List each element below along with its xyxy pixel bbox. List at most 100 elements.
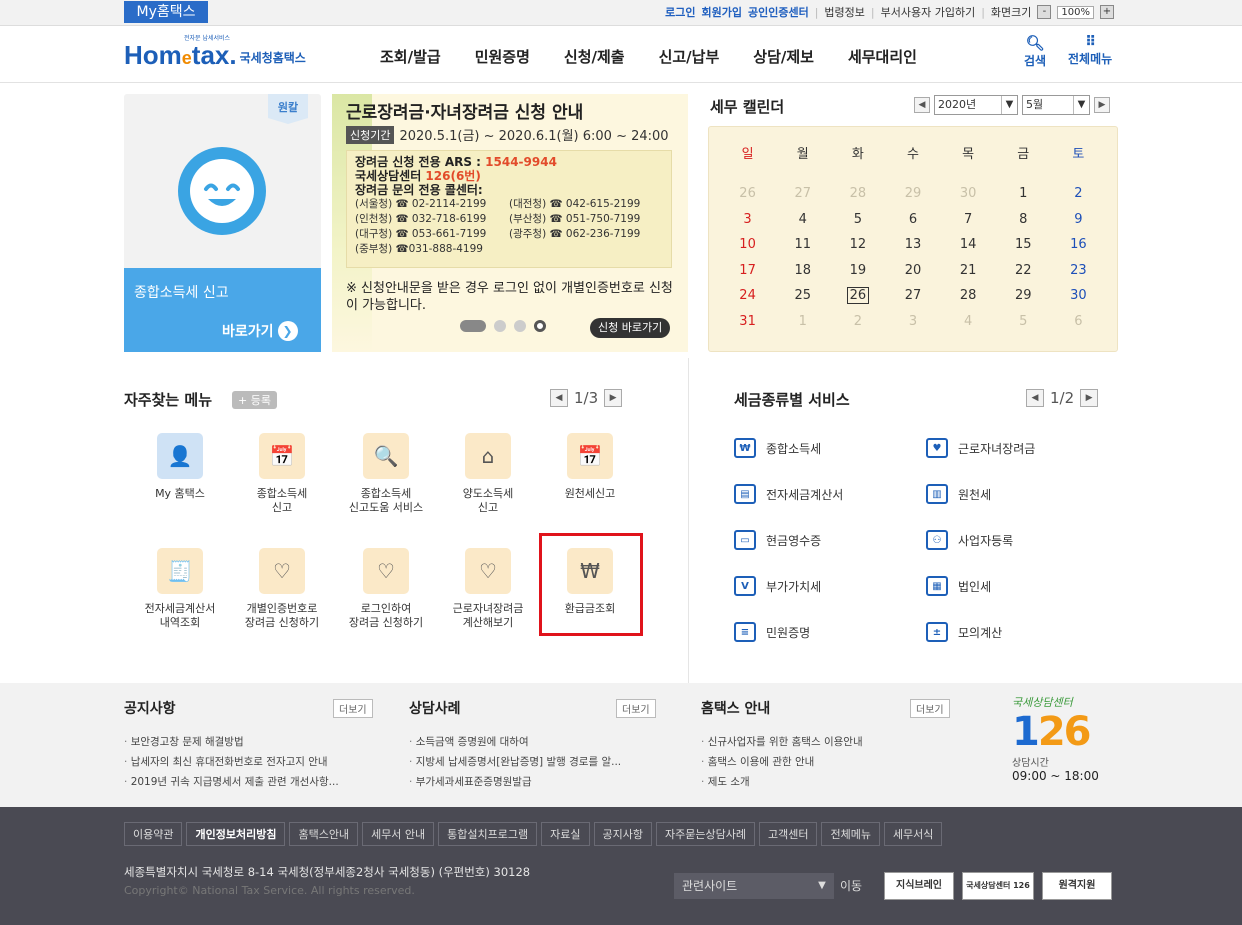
footer-link[interactable]: 공지사항	[593, 822, 652, 846]
tax-service-item[interactable]: ▥ 원천세	[926, 484, 991, 504]
carousel-dot[interactable]	[494, 320, 506, 332]
calendar-day[interactable]: 26	[720, 182, 775, 208]
calendar-day[interactable]: 6	[885, 208, 940, 234]
calendar-day[interactable]: 27	[885, 284, 940, 310]
calendar-day[interactable]: 14	[941, 233, 996, 259]
footer-link[interactable]: 세무서 안내	[362, 822, 435, 846]
cert-center-link[interactable]: 공인인증센터	[748, 4, 809, 20]
move-button[interactable]: 이동	[840, 873, 862, 899]
notice-list-item[interactable]: 신규사업자를 위한 홈택스 이용안내	[701, 732, 863, 752]
calendar-day[interactable]: 2	[1051, 182, 1106, 208]
zoom-out-button[interactable]: -	[1037, 5, 1052, 19]
notice-list-item[interactable]: 제도 소개	[701, 772, 863, 792]
nav-report-pay[interactable]: 신고/납부	[659, 46, 720, 67]
tax-service-item[interactable]: ± 모의계산	[926, 622, 1002, 642]
more-button[interactable]: 더보기	[333, 699, 373, 718]
next-page-button[interactable]: ▶	[604, 389, 623, 407]
nav-civil-certificate[interactable]: 민원증명	[475, 46, 530, 67]
notice-list-item[interactable]: 보안경고창 문제 해결방법	[124, 732, 339, 752]
calendar-day[interactable]: 10	[720, 233, 775, 259]
more-button[interactable]: 더보기	[616, 699, 656, 718]
calendar-day[interactable]: 28	[830, 182, 885, 208]
footer-link[interactable]: 자료실	[541, 822, 590, 846]
calendar-day[interactable]: 20	[885, 259, 940, 285]
calendar-day[interactable]: 21	[941, 259, 996, 285]
prev-page-button[interactable]: ◀	[550, 389, 568, 407]
next-month-button[interactable]: ▶	[1094, 97, 1110, 113]
tax-service-item[interactable]: ▦ 법인세	[926, 576, 991, 596]
footer-link[interactable]: 통합설치프로그램	[438, 822, 538, 846]
calendar-day[interactable]: 3	[720, 208, 775, 234]
calendar-day[interactable]: 25	[775, 284, 830, 310]
year-select[interactable]: 2020년 ▼	[934, 95, 1018, 115]
favorite-menu-item[interactable]: 📅 종합소득세 신고	[230, 433, 334, 515]
notice-list-item[interactable]: 납세자의 최신 휴대전화번호로 전자고지 안내	[124, 752, 339, 772]
calendar-day[interactable]: 11	[775, 233, 830, 259]
tax-service-item[interactable]: ⚇ 사업자등록	[926, 530, 1013, 550]
tax-service-item[interactable]: ♥ 근로자녀장려금	[926, 438, 1035, 458]
footer-link[interactable]: 전체메뉴	[821, 822, 880, 846]
calendar-day[interactable]: 5	[830, 208, 885, 234]
hometax-logo[interactable]: 전자문 납세서비스 Hometax. 국세청홈택스	[124, 33, 306, 71]
calendar-day[interactable]: 27	[775, 182, 830, 208]
tax-call-center[interactable]: 국세상담센터 126 상담시간 09:00 ~ 18:00	[1012, 694, 1099, 783]
my-hometax-button[interactable]: My홈택스	[124, 1, 208, 23]
related-sites-select[interactable]: 관련사이트 ▼	[674, 873, 834, 899]
nav-consult-report[interactable]: 상담/제보	[753, 46, 814, 67]
calendar-day[interactable]: 13	[885, 233, 940, 259]
favorite-menu-item[interactable]: ⌂ 양도소득세 신고	[436, 433, 540, 515]
login-link[interactable]: 로그인	[665, 4, 695, 20]
footer-link[interactable]: 자주묻는상담사례	[656, 822, 755, 846]
notice-list-item[interactable]: 홈택스 이용에 관한 안내	[701, 752, 863, 772]
calendar-day[interactable]: 28	[941, 284, 996, 310]
calendar-day[interactable]: 8	[996, 208, 1051, 234]
calendar-day[interactable]: 18	[775, 259, 830, 285]
nav-apply-submit[interactable]: 신청/제출	[564, 46, 625, 67]
calendar-day[interactable]: 4	[775, 208, 830, 234]
search-button[interactable]: 🔍︎ 검색	[1024, 34, 1046, 69]
tax-service-item[interactable]: ▭ 현금영수증	[734, 530, 821, 550]
calendar-day[interactable]: 17	[720, 259, 775, 285]
footer-link[interactable]: 이용약관	[124, 822, 183, 846]
month-select[interactable]: 5월 ▼	[1022, 95, 1090, 115]
calendar-day[interactable]: 3	[885, 310, 940, 336]
calendar-day[interactable]: 16	[1051, 233, 1106, 259]
tax-service-item[interactable]: ≡ 민원증명	[734, 622, 810, 642]
favorite-menu-item[interactable]: 🧾 전자세금계산서 내역조회	[128, 548, 232, 630]
calendar-day[interactable]: 19	[830, 259, 885, 285]
zoom-in-button[interactable]: +	[1100, 5, 1114, 19]
favorite-menu-item[interactable]: 📅 원천세신고	[538, 433, 642, 501]
all-menu-button[interactable]: ⠿ 전체메뉴	[1068, 34, 1112, 67]
more-button[interactable]: 더보기	[910, 699, 950, 718]
calendar-day[interactable]: 24	[720, 284, 775, 310]
calendar-day-today[interactable]: 26	[830, 284, 885, 310]
calendar-day[interactable]: 2	[830, 310, 885, 336]
calendar-day[interactable]: 7	[941, 208, 996, 234]
call-center-link[interactable]: 국세상담센터 126	[962, 872, 1034, 900]
calendar-day[interactable]: 5	[996, 310, 1051, 336]
favorite-menu-item[interactable]: ♡ 개별인증번호로 장려금 신청하기	[230, 548, 334, 630]
dept-user-signup-link[interactable]: 부서사용자 가입하기	[881, 4, 976, 20]
prev-page-button[interactable]: ◀	[1026, 389, 1044, 407]
tax-service-item[interactable]: V 부가가치세	[734, 576, 821, 596]
favorite-menu-item[interactable]: ♡ 근로자녀장려금 계산해보기	[436, 548, 540, 630]
carousel-pause-button[interactable]	[534, 320, 546, 332]
notice-list-item[interactable]: 2019년 귀속 지급명세서 제출 관련 개선사항...	[124, 772, 339, 792]
tax-service-item[interactable]: ₩ 종합소득세	[734, 438, 821, 458]
notice-list-item[interactable]: 부가세과세표준증명원발급	[409, 772, 621, 792]
calendar-day[interactable]: 6	[1051, 310, 1106, 336]
law-info-link[interactable]: 법령정보	[824, 4, 864, 20]
prev-month-button[interactable]: ◀	[914, 97, 930, 113]
calendar-day[interactable]: 29	[885, 182, 940, 208]
calendar-day[interactable]: 29	[996, 284, 1051, 310]
footer-link[interactable]: 홈택스안내	[289, 822, 359, 846]
promo-go-button[interactable]: 바로가기 ❯	[222, 321, 298, 341]
tax-service-item[interactable]: ▤ 전자세금계산서	[734, 484, 843, 504]
calendar-day[interactable]: 30	[1051, 284, 1106, 310]
next-page-button[interactable]: ▶	[1080, 389, 1099, 407]
register-favorite-button[interactable]: + 등록	[232, 391, 277, 409]
calendar-day[interactable]: 30	[941, 182, 996, 208]
favorite-menu-item[interactable]: ♡ 로그인하여 장려금 신청하기	[334, 548, 438, 630]
signup-link[interactable]: 회원가입	[701, 4, 741, 20]
footer-link[interactable]: 고객센터	[758, 822, 818, 846]
